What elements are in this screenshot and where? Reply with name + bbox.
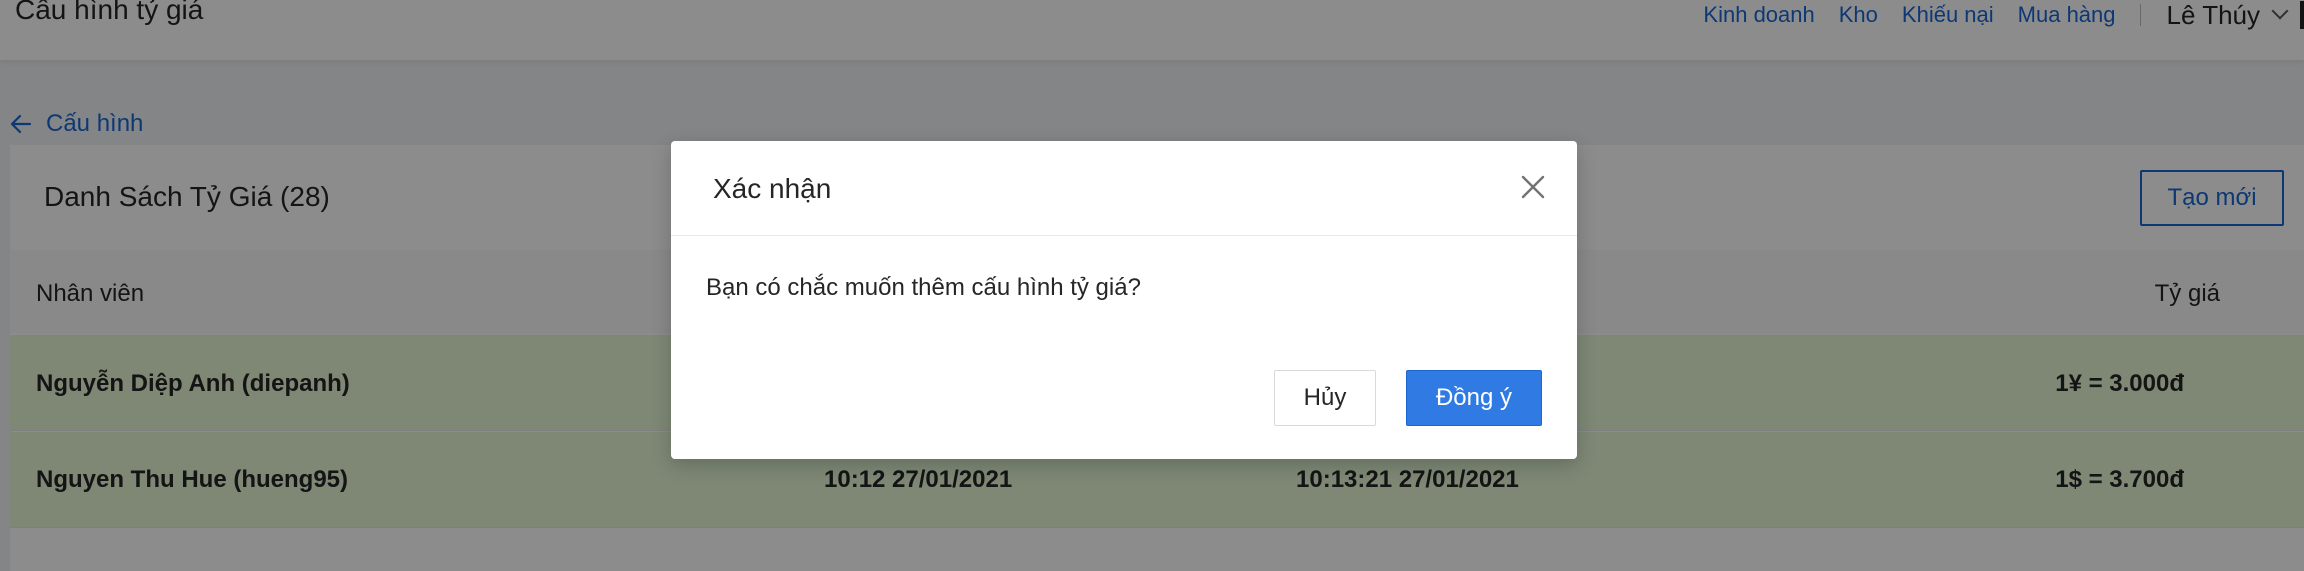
confirm-button[interactable]: Đồng ý xyxy=(1406,370,1542,426)
confirm-dialog: Xác nhận Bạn có chắc muốn thêm cấu hình … xyxy=(671,141,1577,459)
dialog-message: Bạn có chắc muốn thêm cấu hình tỷ giá? xyxy=(706,274,1141,301)
close-icon[interactable] xyxy=(1517,171,1549,203)
cancel-button[interactable]: Hủy xyxy=(1274,370,1376,426)
dialog-header: Xác nhận xyxy=(671,141,1577,236)
dialog-title: Xác nhận xyxy=(713,173,832,204)
